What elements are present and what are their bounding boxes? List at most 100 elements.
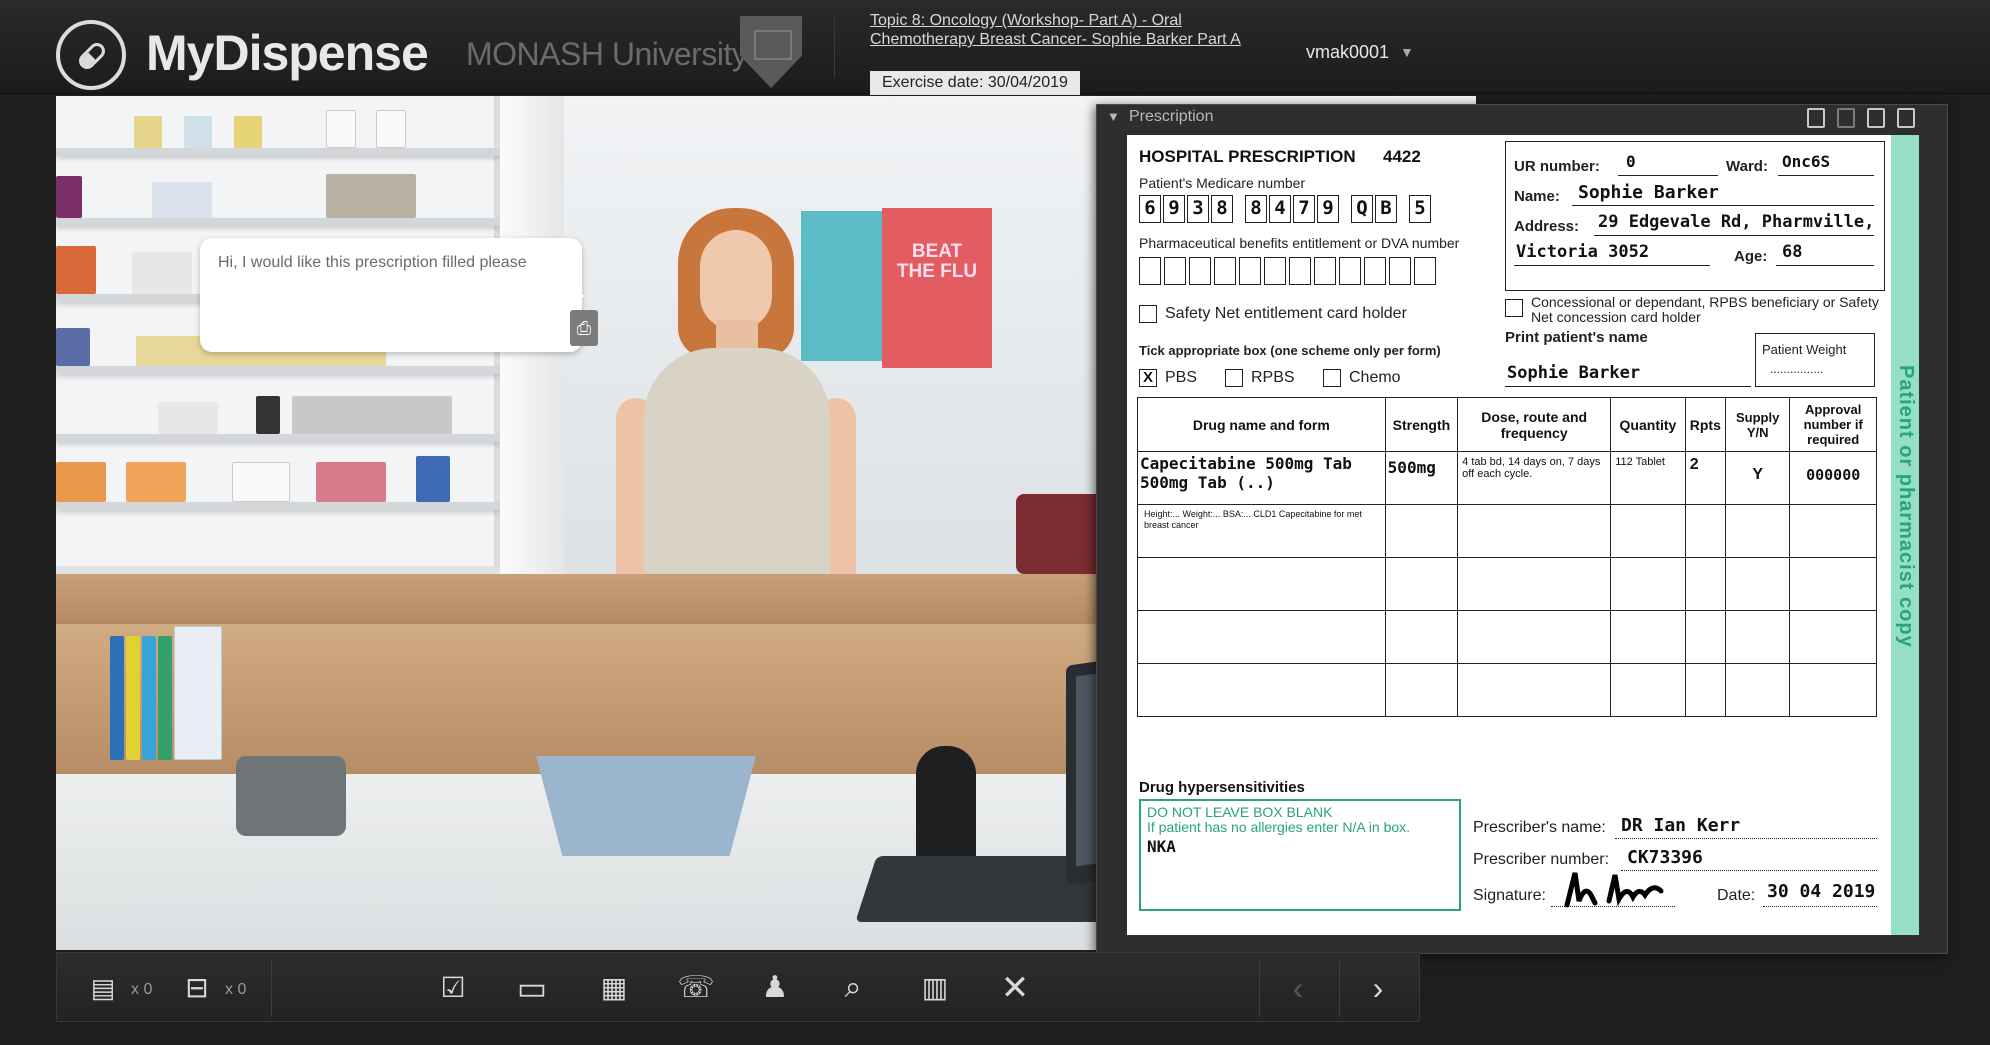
concession-checkbox[interactable] [1505, 299, 1523, 317]
signature-label: Signature: [1473, 887, 1546, 904]
chevron-down-icon[interactable]: ▼ [1400, 44, 1414, 60]
header-divider [834, 16, 835, 78]
print-name-value[interactable]: Sophie Barker [1507, 363, 1640, 383]
prescription-doc-icon[interactable]: ⎙ [570, 310, 598, 346]
prescription-panel[interactable]: ▼ Prescription Patient or pharmacist cop… [1096, 104, 1948, 954]
copy-label: Patient or pharmacist copy [1895, 365, 1917, 648]
date-label: Date: [1717, 887, 1756, 904]
safety-net-checkbox[interactable] [1139, 305, 1157, 323]
pbe-number[interactable] [1139, 257, 1439, 285]
age-label: Age: [1734, 248, 1768, 265]
bottom-toolbar: ▤ x 0 ⊟ x 0 ☑ ▭ ▦ ☏ ♟ ⌕ ▥ ✕ ‹ › [56, 952, 1420, 1022]
paste-icon[interactable] [1867, 108, 1885, 128]
flu-poster: BEAT THE FLU [882, 208, 992, 368]
clipboard-icon[interactable]: ▥ [913, 965, 957, 1011]
prescriber-name-label: Prescriber's name: [1473, 819, 1606, 836]
topic-link[interactable]: Topic 8: Oncology (Workshop- Part A) - O… [870, 11, 1270, 49]
pbe-label: Pharmaceutical benefits entitlement or D… [1139, 235, 1460, 251]
age-value[interactable]: 68 [1782, 242, 1802, 262]
search-icon[interactable]: ⌕ [831, 965, 875, 1011]
speech-bubble: Hi, I would like this prescription fille… [200, 238, 598, 352]
row1-approval: 000000 [1789, 451, 1877, 505]
ur-value[interactable]: 0 [1626, 152, 1636, 171]
col-dose: Dose, route and frequency [1457, 397, 1612, 452]
signature-image [1564, 872, 1664, 908]
university-name: MONASH University [466, 36, 748, 72]
collapse-triangle-icon[interactable]: ▼ [1107, 109, 1120, 124]
table-row[interactable] [1137, 557, 1877, 611]
ward-value[interactable]: Onc6S [1782, 152, 1830, 171]
row1-strength: 500mg [1384, 451, 1459, 505]
dispense-icon[interactable]: ▦ [589, 965, 639, 1011]
flu-poster-text: BEAT THE FLU [896, 241, 978, 282]
patient-weight-box[interactable]: Patient Weight ................ [1755, 333, 1875, 387]
address-line-1[interactable]: 29 Edgevale Rd, Pharmville, [1598, 212, 1874, 232]
chemo-checkbox[interactable] [1323, 369, 1341, 387]
copy-icon[interactable] [1837, 108, 1855, 128]
name-label: Name: [1514, 188, 1560, 205]
rpbs-checkbox[interactable] [1225, 369, 1243, 387]
hypersens-value[interactable]: NKA [1147, 837, 1176, 856]
col-approval: Approval number if required [1789, 397, 1877, 452]
form-heading: HOSPITAL PRESCRIPTION [1139, 147, 1356, 166]
row2-drug: Height:... Weight:... BSA:... CLD1 Capec… [1137, 504, 1386, 558]
pointer-icon[interactable] [1807, 108, 1825, 128]
medicare-number[interactable]: 6 9 3 8 8 4 7 9 Q B 5 [1139, 195, 1433, 223]
row1-rpts: 2 [1684, 451, 1726, 505]
col-drug: Drug name and form [1137, 397, 1386, 452]
pbs-label: PBS [1165, 369, 1198, 386]
hypersens-box[interactable]: DO NOT LEAVE BOX BLANK If patient has no… [1139, 799, 1461, 911]
table-row[interactable] [1137, 610, 1877, 664]
name-value[interactable]: Sophie Barker [1578, 182, 1719, 203]
monitor-icon[interactable]: ▭ [507, 965, 557, 1011]
table-row[interactable]: Capecitabine 500mg Tab 500mg Tab (..) 50… [1137, 451, 1877, 505]
medicare-label: Patient's Medicare number [1139, 175, 1306, 191]
pbs-checkbox[interactable]: X [1139, 369, 1157, 387]
previous-icon[interactable]: ‹ [1273, 965, 1323, 1011]
checklist-icon[interactable]: ☑ [431, 965, 475, 1011]
ward-label: Ward: [1726, 158, 1768, 175]
row1-supply: Y [1724, 451, 1791, 505]
chemo-label: Chemo [1349, 369, 1401, 386]
hypersens-title: Drug hypersensitivities [1139, 779, 1305, 796]
close-icon[interactable]: ✕ [993, 965, 1037, 1011]
app-header: MyDispense MONASH University Topic 8: On… [0, 0, 1990, 95]
phone[interactable] [236, 756, 346, 836]
row1-drug: Capecitabine 500mg Tab 500mg Tab (..) [1137, 451, 1386, 505]
row1-dose: 4 tab bd, 14 days on, 7 days off each cy… [1457, 451, 1612, 505]
export-icon[interactable] [1897, 108, 1915, 128]
prescription-form: Patient or pharmacist copy HOSPITAL PRES… [1127, 135, 1919, 935]
patient-icon[interactable]: ♟ [753, 965, 797, 1011]
rpbs-label: RPBS [1251, 369, 1295, 386]
row1-quantity: 112 Tablet [1610, 451, 1686, 505]
dispensing-tray[interactable] [536, 756, 756, 856]
col-strength: Strength [1384, 397, 1459, 452]
ur-label: UR number: [1514, 158, 1600, 175]
scheme-label: Tick appropriate box (one scheme only pe… [1139, 343, 1441, 358]
prescriber-name-value[interactable]: DR Ian Kerr [1621, 815, 1740, 836]
drug-table: Drug name and form Strength Dose, route … [1137, 397, 1877, 717]
documents-count: x 0 [131, 981, 153, 998]
col-quantity: Quantity [1610, 397, 1686, 452]
concession-label: Concessional or dependant, RPBS benefici… [1531, 294, 1879, 325]
patient-character[interactable] [616, 208, 876, 638]
reference-books[interactable] [96, 626, 226, 766]
hypersens-warning: DO NOT LEAVE BOX BLANK If patient has no… [1147, 804, 1411, 835]
copy-sidebar: Patient or pharmacist copy [1891, 135, 1919, 935]
next-icon[interactable]: › [1353, 965, 1403, 1011]
table-header: Drug name and form Strength Dose, route … [1137, 397, 1877, 452]
exercise-date: Exercise date: 30/04/2019 [870, 71, 1080, 95]
bottles-icon[interactable]: ⊟ [177, 965, 217, 1011]
address-line-2[interactable]: Victoria 3052 [1516, 242, 1649, 262]
counsel-icon[interactable]: ☏ [671, 965, 721, 1011]
form-number: 4422 [1383, 147, 1421, 166]
documents-icon[interactable]: ▤ [83, 965, 123, 1011]
user-menu[interactable]: vmak0001 [1306, 42, 1389, 63]
date-value[interactable]: 30 04 2019 [1767, 881, 1875, 902]
university-crest-icon [740, 16, 802, 88]
prescription-titlebar[interactable]: ▼ Prescription [1097, 105, 1949, 131]
table-row[interactable]: Height:... Weight:... BSA:... CLD1 Capec… [1137, 504, 1877, 558]
address-label: Address: [1514, 218, 1580, 235]
table-row[interactable] [1137, 663, 1877, 717]
safety-net-label: Safety Net entitlement card holder [1165, 305, 1407, 322]
